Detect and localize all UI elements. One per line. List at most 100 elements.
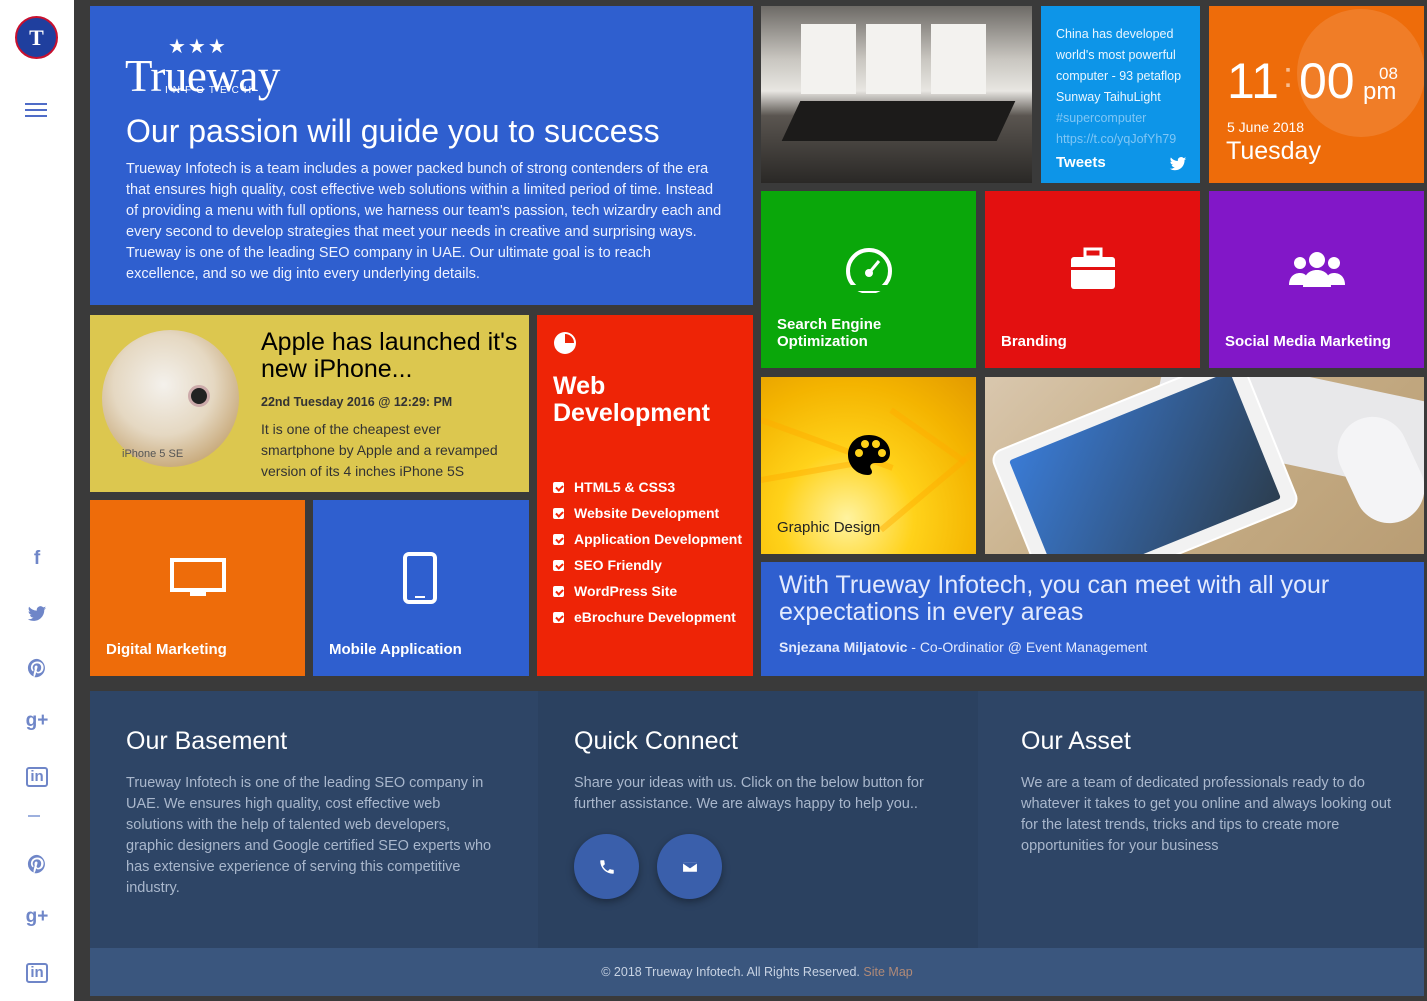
- basement-title: Our Basement: [126, 727, 288, 755]
- clock-hour: 11: [1227, 53, 1279, 109]
- tweet-text: China has developed world's most powerfu…: [1056, 27, 1182, 104]
- linkedin-icon[interactable]: in: [22, 762, 52, 792]
- graphic-design-tile[interactable]: Graphic Design: [761, 377, 976, 554]
- news-date: 22nd Tuesday 2016 @ 12:29: PM: [261, 395, 453, 409]
- logo-letter: T: [29, 24, 44, 50]
- author-role: - Co-Ordinatior @ Event Management: [907, 639, 1148, 655]
- hamburger-menu-icon[interactable]: [25, 103, 47, 121]
- apple-news-tile[interactable]: iPhone 5 SE Apple has launched it's new …: [90, 315, 529, 492]
- tweet-link[interactable]: https://t.co/yqJofYh79: [1056, 132, 1176, 146]
- list-item-label: Website Development: [574, 505, 720, 521]
- checkbox-icon: [553, 534, 564, 545]
- quick-connect-text: Share your ideas with us. Click on the b…: [574, 775, 924, 812]
- divider: [28, 815, 40, 817]
- pinterest-icon[interactable]: [22, 849, 52, 879]
- seo-tile[interactable]: Search Engine Optimization: [761, 191, 976, 368]
- sitemap-link[interactable]: Site Map: [863, 965, 912, 979]
- tweets-label: Tweets: [1056, 154, 1106, 171]
- asset-title: Our Asset: [1021, 727, 1131, 755]
- mobile-phone-icon: [403, 552, 437, 604]
- copyright-bar: © 2018 Trueway Infotech. All Rights Rese…: [90, 948, 1424, 996]
- pie-chart-icon: [554, 332, 576, 354]
- web-development-list: HTML5 & CSS3 Website Development Applica…: [553, 477, 748, 633]
- envelope-icon: [681, 860, 698, 873]
- clock-colon: :: [1283, 54, 1294, 95]
- twitter-icon[interactable]: [22, 599, 52, 629]
- mobile-application-tile[interactable]: Mobile Application: [313, 500, 529, 676]
- list-item-label: SEO Friendly: [574, 557, 662, 573]
- facebook-glyph: f: [33, 548, 41, 569]
- footer-asset: Our Asset We are a team of dedicated pro…: [978, 691, 1424, 948]
- linkedin-glyph: in: [26, 963, 48, 983]
- checkbox-icon: [553, 560, 564, 571]
- list-item-label: Application Development: [574, 531, 743, 547]
- copyright-text: © 2018 Trueway Infotech. All Rights Rese…: [601, 965, 860, 979]
- clock-ampm: pm: [1363, 78, 1397, 105]
- branding-tile[interactable]: Branding: [985, 191, 1200, 368]
- google-plus-glyph: g+: [25, 710, 49, 731]
- tweet-hashtag[interactable]: #supercomputer: [1056, 111, 1146, 125]
- digital-marketing-label: Digital Marketing: [106, 641, 227, 658]
- news-description: It is one of the cheapest ever smartphon…: [261, 421, 498, 479]
- linkedin-glyph: in: [26, 767, 48, 787]
- conference-room-image: [761, 6, 1032, 183]
- basement-text: Trueway Infotech is one of the leading S…: [126, 775, 492, 896]
- list-item-label: eBrochure Development: [574, 609, 736, 625]
- social-media-tile[interactable]: Social Media Marketing: [1209, 191, 1424, 368]
- seo-label: Search Engine Optimization: [777, 316, 882, 350]
- mobile-application-label: Mobile Application: [329, 641, 462, 658]
- iphone-image: iPhone 5 SE: [102, 330, 239, 467]
- footer: Our Basement Trueway Infotech is one of …: [90, 691, 1424, 948]
- checkbox-icon: [553, 586, 564, 597]
- web-development-title: Web Development: [553, 372, 710, 427]
- clock-tile: 11 : 00 08 pm 5 June 2018 Tuesday: [1209, 6, 1424, 183]
- list-item: Application Development: [553, 529, 748, 550]
- tweets-tile[interactable]: China has developed world's most powerfu…: [1041, 6, 1200, 183]
- phone-button[interactable]: [574, 834, 639, 899]
- linkedin-icon[interactable]: in: [22, 958, 52, 988]
- graphic-design-label: Graphic Design: [777, 519, 881, 536]
- news-title[interactable]: Apple has launched it's new iPhone...: [261, 329, 521, 383]
- footer-basement: Our Basement Trueway Infotech is one of …: [90, 691, 538, 948]
- checkbox-icon: [553, 612, 564, 623]
- clock-date: 5 June 2018: [1227, 119, 1305, 135]
- hero-body: Trueway Infotech is a team includes a po…: [126, 161, 722, 282]
- google-plus-glyph: g+: [25, 906, 49, 927]
- google-plus-icon[interactable]: g+: [22, 902, 52, 932]
- hero-title: Our passion will guide you to success: [126, 113, 660, 149]
- footer-quick-connect: Quick Connect Share your ideas with us. …: [538, 691, 978, 948]
- list-item: HTML5 & CSS3: [553, 477, 748, 498]
- testimonial-quote: With Trueway Infotech, you can meet with…: [779, 571, 1330, 626]
- palette-icon: [848, 435, 890, 475]
- author-name: Snjezana Miljatovic: [779, 639, 908, 655]
- monitor-icon: [170, 558, 226, 596]
- quick-connect-title: Quick Connect: [574, 727, 738, 755]
- brand-logo[interactable]: T: [15, 16, 58, 59]
- clock-day: Tuesday: [1226, 137, 1321, 165]
- testimonial-author: Snjezana Miljatovic - Co-Ordinatior @ Ev…: [779, 639, 1147, 655]
- tweet-content: China has developed world's most powerfu…: [1056, 24, 1191, 150]
- speedometer-icon: [846, 248, 892, 293]
- google-plus-icon[interactable]: g+: [22, 706, 52, 736]
- checkbox-icon: [553, 508, 564, 519]
- list-item: WordPress Site: [553, 581, 748, 602]
- list-item-label: HTML5 & CSS3: [574, 479, 676, 495]
- briefcase-icon: [1071, 247, 1115, 289]
- asset-text: We are a team of dedicated professionals…: [1021, 775, 1391, 854]
- clock-minute: 00: [1299, 53, 1355, 109]
- web-development-tile[interactable]: Web Development HTML5 & CSS3 Website Dev…: [537, 315, 753, 676]
- pinterest-icon[interactable]: [22, 653, 52, 683]
- twitter-icon: [1169, 157, 1187, 171]
- users-icon: [1289, 252, 1345, 287]
- list-item: Website Development: [553, 503, 748, 524]
- branding-label: Branding: [1001, 333, 1067, 350]
- facebook-icon[interactable]: f: [22, 544, 52, 574]
- sidebar: T f g+ in g+ in: [0, 0, 74, 1001]
- logo-subtitle: INFOTECH: [165, 85, 257, 96]
- email-button[interactable]: [657, 834, 722, 899]
- list-item-label: WordPress Site: [574, 583, 678, 599]
- list-item: SEO Friendly: [553, 555, 748, 576]
- checkbox-icon: [553, 482, 564, 493]
- digital-marketing-tile[interactable]: Digital Marketing: [90, 500, 305, 676]
- iphone-label: iPhone 5 SE: [122, 448, 184, 460]
